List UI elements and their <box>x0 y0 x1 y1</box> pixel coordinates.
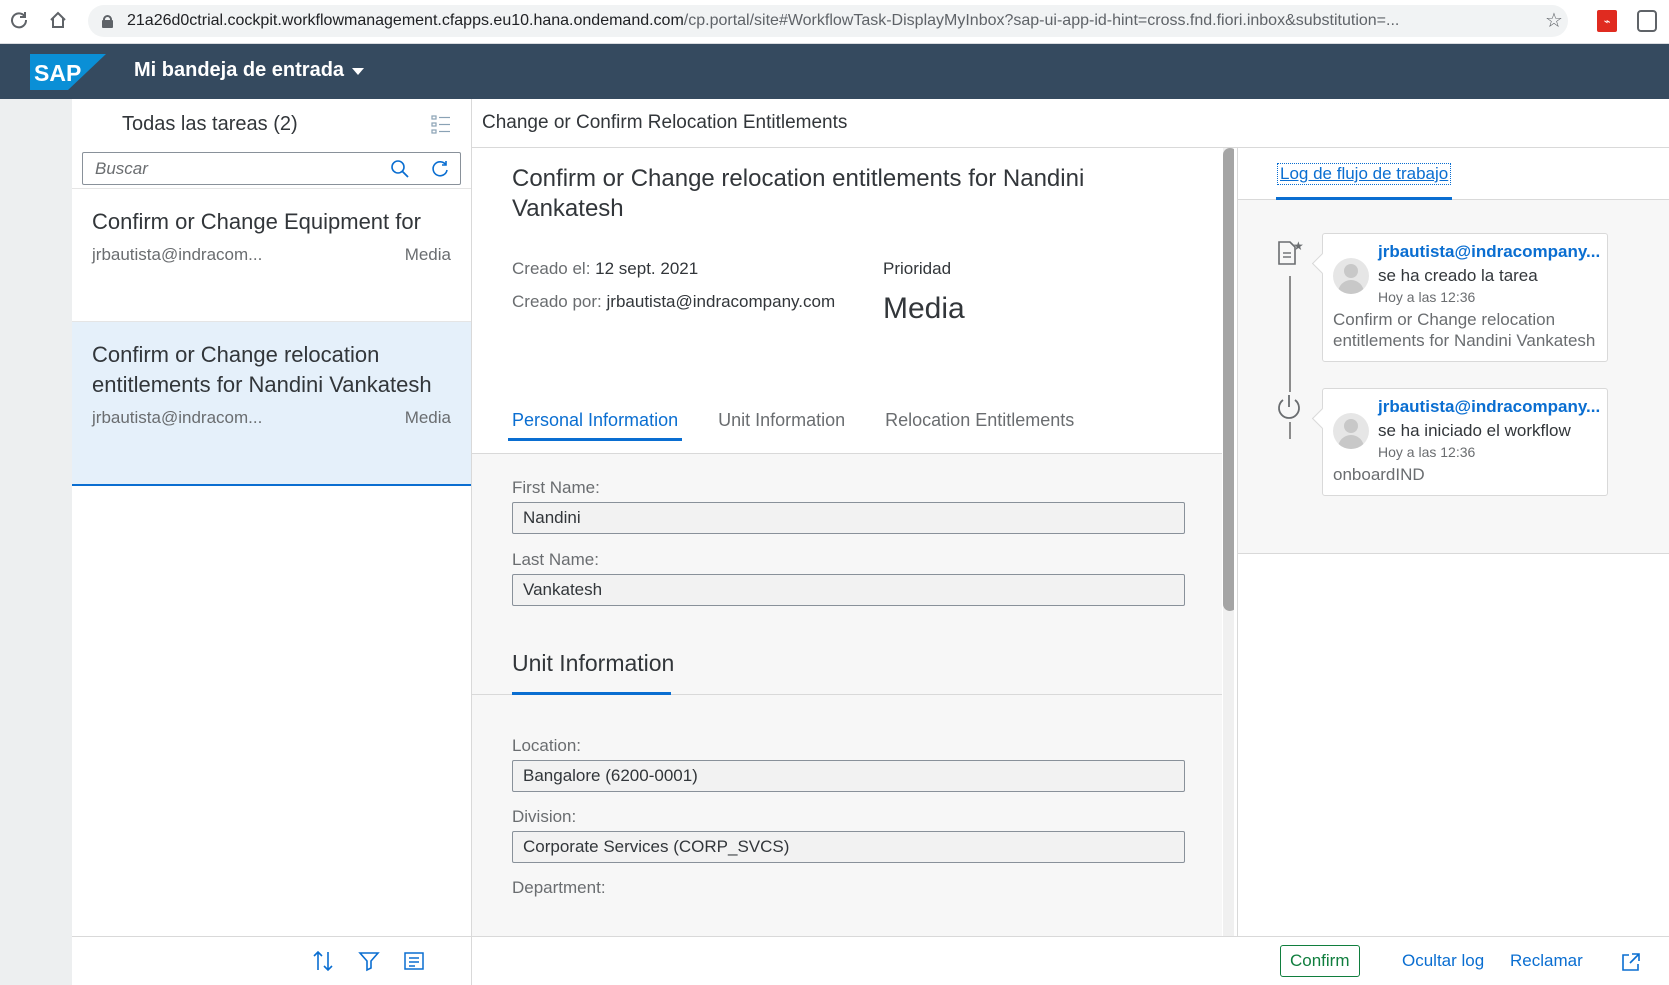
shell-bar: SAP Mi bandeja de entrada <box>0 44 1669 99</box>
tab-relocation-entitlements[interactable]: Relocation Entitlements <box>881 404 1078 441</box>
sap-logo-text: SAP <box>34 60 81 86</box>
priority-label: Prioridad <box>883 259 952 278</box>
svg-text:★: ★ <box>1293 239 1304 253</box>
task-priority: Media <box>404 245 451 264</box>
log-entry-time: Hoy a las 12:36 <box>1378 444 1476 460</box>
tab-personal-information[interactable]: Personal Information <box>508 404 683 441</box>
log-entry: jrbautista@indracompany... se ha iniciad… <box>1322 388 1608 496</box>
bookmark-star-icon[interactable]: ☆ <box>1545 8 1563 33</box>
created-by-value: jrbautista@indracompany.com <box>606 292 836 311</box>
task-list-footer <box>72 936 471 985</box>
created-on-value: 12 sept. 2021 <box>595 259 699 278</box>
created-on: Creado el: 12 sept. 2021 <box>512 259 698 279</box>
search-icon[interactable] <box>390 159 410 179</box>
location-label: Location: <box>512 736 581 755</box>
division-label: Division: <box>512 807 577 826</box>
task-created-icon: ★ <box>1274 238 1304 268</box>
lock-icon <box>102 15 113 28</box>
department-label: Department: <box>512 878 606 897</box>
created-by: Creado por: jrbautista@indracompany.com <box>512 292 835 312</box>
location-field[interactable]: Bangalore (6200-0001) <box>512 760 1185 792</box>
detail-content: Confirm or Change relocation entitlement… <box>472 148 1234 936</box>
search-input[interactable] <box>95 158 375 179</box>
created-by-label: Creado por: <box>512 292 602 311</box>
last-name-field[interactable]: Vankatesh <box>512 574 1185 606</box>
pdf-extension-icon[interactable]: ⌁ <box>1597 10 1617 32</box>
caret-down-icon <box>352 68 365 75</box>
created-on-label: Creado el: <box>512 259 591 278</box>
unit-information-heading: Unit Information <box>512 650 675 676</box>
tab-unit-information[interactable]: Unit Information <box>714 404 849 441</box>
log-entry-action: se ha iniciado el workflow <box>1378 421 1571 440</box>
sort-icon[interactable] <box>312 950 334 972</box>
log-entry-action: se ha creado la tarea <box>1378 266 1538 285</box>
log-entry-time: Hoy a las 12:36 <box>1378 289 1476 305</box>
first-name-field[interactable]: Nandini <box>512 502 1185 534</box>
confirm-button[interactable]: Confirm <box>1280 945 1360 977</box>
log-entry-user[interactable]: jrbautista@indracompany... <box>1378 242 1600 262</box>
browser-toolbar: 21a26d0ctrial.cockpit.workflowmanagement… <box>0 0 1669 44</box>
task-title: Confirm or Change relocation entitlement… <box>92 342 432 397</box>
section-underline <box>512 692 671 695</box>
log-entry-text: onboardIND <box>1333 465 1425 484</box>
avatar <box>1333 258 1369 294</box>
power-icon <box>1274 392 1304 422</box>
left-gutter <box>0 99 72 985</box>
filter-icon[interactable] <box>358 950 380 972</box>
app-title: Mi bandeja de entrada <box>134 59 345 81</box>
url-host: 21a26d0ctrial.cockpit.workflowmanagement… <box>127 12 684 29</box>
task-priority: Media <box>404 408 451 427</box>
detail-footer-toolbar: Confirm Ocultar log Reclamar <box>472 936 1669 985</box>
workflow-log-panel: Log de flujo de trabajo ★ jrbautista@ind… <box>1237 148 1669 936</box>
task-detail-title: Confirm or Change relocation entitlement… <box>512 165 1085 222</box>
detail-header: Change or Confirm Relocation Entitlement… <box>472 99 1669 148</box>
section-tabs: Personal Information Unit Information Re… <box>508 404 1110 441</box>
task-list-header: Todas las tareas (2) <box>72 99 471 149</box>
scrollbar[interactable] <box>1223 148 1234 936</box>
hide-log-button[interactable]: Ocultar log <box>1402 951 1484 971</box>
app-title-menu[interactable]: Mi bandeja de entrada <box>134 59 365 82</box>
task-detail-panel: Change or Confirm Relocation Entitlement… <box>472 99 1669 985</box>
first-name-label: First Name: <box>512 478 600 497</box>
address-bar[interactable]: 21a26d0ctrial.cockpit.workflowmanagement… <box>88 5 1568 37</box>
home-icon[interactable] <box>48 10 68 30</box>
multi-select-icon[interactable] <box>431 114 451 134</box>
refresh-icon[interactable] <box>430 159 450 179</box>
priority-value: Media <box>883 292 965 325</box>
task-list-panel: Todas las tareas (2) Confirm or Change E… <box>72 99 472 985</box>
task-form: First Name: Nandini Last Name: Vankatesh… <box>472 454 1222 936</box>
claim-button[interactable]: Reclamar <box>1510 951 1583 971</box>
tab-workflow-log[interactable]: Log de flujo de trabajo <box>1276 163 1452 185</box>
workflow-timeline: ★ jrbautista@indracompany... se ha cread… <box>1238 200 1669 554</box>
log-entry-user[interactable]: jrbautista@indracompany... <box>1378 397 1600 417</box>
url-path: /cp.portal/site#WorkflowTask-DisplayMyIn… <box>683 12 1400 29</box>
reload-icon[interactable] <box>9 10 29 30</box>
share-icon[interactable] <box>1620 951 1642 973</box>
detail-header-title: Change or Confirm Relocation Entitlement… <box>482 112 848 133</box>
avatar <box>1333 413 1369 449</box>
log-entry: jrbautista@indracompany... se ha creado … <box>1322 233 1608 362</box>
sap-logo[interactable]: SAP <box>30 54 106 90</box>
task-sender: jrbautista@indracom... <box>92 408 263 427</box>
division-field[interactable]: Corporate Services (CORP_SVCS) <box>512 831 1185 863</box>
extension-icon[interactable] <box>1637 10 1657 32</box>
search-field[interactable] <box>82 152 461 185</box>
task-list-title: Todas las tareas (2) <box>122 112 298 135</box>
task-list-item-selected[interactable]: Confirm or Change relocation entitlement… <box>72 322 471 486</box>
log-tab-bar: Log de flujo de trabajo <box>1238 148 1669 200</box>
group-icon[interactable] <box>403 950 425 972</box>
task-title: Confirm or Change Equipment for <box>92 209 421 234</box>
task-sender: jrbautista@indracom... <box>92 245 263 264</box>
task-list-item[interactable]: Confirm or Change Equipment for jrbautis… <box>72 189 471 322</box>
scroll-thumb[interactable] <box>1223 148 1234 611</box>
log-entry-text: Confirm or Change relocation entitlement… <box>1333 310 1596 350</box>
last-name-label: Last Name: <box>512 550 599 569</box>
object-header: Confirm or Change relocation entitlement… <box>472 148 1222 454</box>
